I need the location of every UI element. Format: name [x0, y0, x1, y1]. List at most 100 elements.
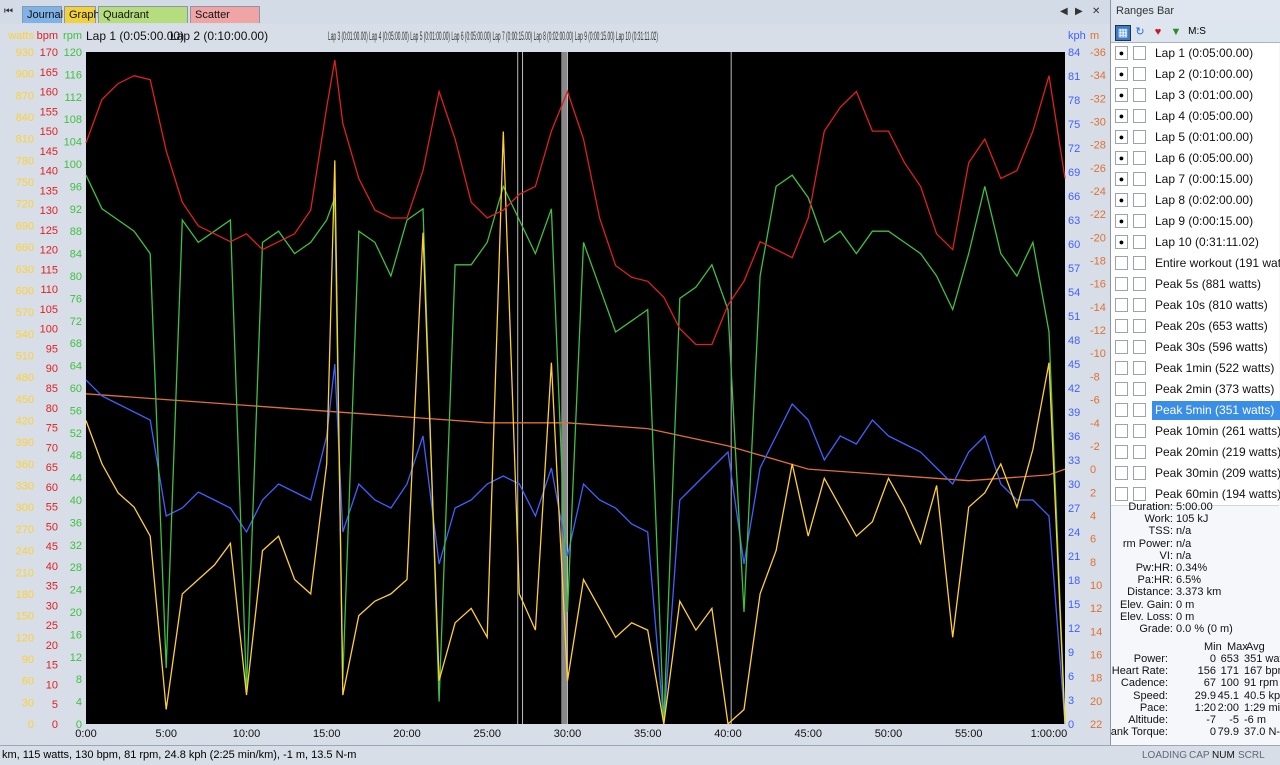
range-checkbox[interactable]: [1133, 109, 1146, 123]
visibility-checkbox[interactable]: [1115, 403, 1128, 417]
y-tick-label: 4: [76, 697, 82, 709]
range-item-label: Peak 30s (596 watts): [1155, 340, 1268, 354]
range-item[interactable]: Peak 30s (596 watts): [1111, 337, 1279, 359]
visibility-checkbox[interactable]: [1115, 445, 1128, 459]
prev-tab-icon[interactable]: ◀: [1060, 6, 1068, 17]
visibility-checkbox[interactable]: [1115, 466, 1128, 480]
y-tick-label: 660: [16, 242, 34, 254]
range-checkbox[interactable]: [1133, 193, 1146, 207]
eye-icon[interactable]: ●: [1115, 193, 1128, 207]
workout-graph[interactable]: watts93090087084081078075072069066063060…: [0, 24, 1110, 745]
range-checkbox[interactable]: [1133, 172, 1146, 186]
visibility-checkbox[interactable]: [1115, 319, 1128, 333]
range-checkbox[interactable]: [1133, 298, 1146, 312]
range-item-label: Lap 1 (0:05:00.00): [1155, 46, 1254, 60]
range-item[interactable]: ● Lap 3 (0:01:00.00): [1111, 85, 1279, 107]
range-checkbox[interactable]: [1133, 340, 1146, 354]
eye-icon[interactable]: ●: [1115, 130, 1128, 144]
range-item[interactable]: Peak 20min (219 watts): [1111, 442, 1280, 464]
range-item-label: Peak 20min (219 watts): [1155, 445, 1280, 459]
minutes-seconds-toggle[interactable]: M:S: [1185, 25, 1209, 39]
range-item[interactable]: Peak 1min (522 watts): [1111, 358, 1279, 380]
refresh-icon[interactable]: ↻: [1133, 25, 1147, 39]
range-item[interactable]: Peak 2min (373 watts): [1111, 379, 1279, 401]
eye-icon[interactable]: ●: [1115, 214, 1128, 228]
y-tick-label: 3: [1068, 695, 1074, 707]
range-checkbox[interactable]: [1133, 466, 1146, 480]
range-checkbox[interactable]: [1133, 382, 1146, 396]
eye-icon[interactable]: ●: [1115, 151, 1128, 165]
visibility-checkbox[interactable]: [1115, 340, 1128, 354]
range-checkbox[interactable]: [1133, 361, 1146, 375]
range-checkbox[interactable]: [1133, 130, 1146, 144]
range-item[interactable]: Peak 5s (881 watts): [1111, 274, 1279, 296]
visibility-checkbox[interactable]: [1115, 487, 1128, 501]
visibility-checkbox[interactable]: [1115, 256, 1128, 270]
stats-row-label: Speed:: [1133, 689, 1168, 702]
y-tick-label: 80: [46, 403, 58, 415]
range-item[interactable]: ● Lap 1 (0:05:00.00): [1111, 43, 1279, 65]
range-item[interactable]: Peak 10s (810 watts): [1111, 295, 1279, 317]
visibility-checkbox[interactable]: [1115, 277, 1128, 291]
x-tick-label: 10:00: [233, 728, 261, 740]
range-checkbox[interactable]: [1133, 319, 1146, 333]
y-tick-label: 600: [16, 285, 34, 297]
eye-icon[interactable]: ●: [1115, 172, 1128, 186]
range-item[interactable]: ● Lap 2 (0:10:00.00): [1111, 64, 1279, 86]
tab-scatter-graph[interactable]: Scatter Graph: [190, 6, 260, 38]
range-checkbox[interactable]: [1133, 88, 1146, 102]
y-tick-label: -10: [1090, 348, 1106, 360]
visibility-checkbox[interactable]: [1115, 424, 1128, 438]
range-item[interactable]: ● Lap 6 (0:05:00.00): [1111, 148, 1279, 170]
stats-avg: 1:29 min/km: [1244, 701, 1280, 714]
y-tick-label: 14: [1090, 626, 1102, 638]
range-item[interactable]: ● Lap 7 (0:00:15.00): [1111, 169, 1279, 191]
y-tick-label: 18: [1090, 673, 1102, 685]
range-checkbox[interactable]: [1133, 403, 1146, 417]
range-item[interactable]: Peak 10min (261 watts): [1111, 421, 1280, 443]
range-item[interactable]: Entire workout (191 watts): [1111, 253, 1280, 275]
eye-icon[interactable]: ●: [1115, 46, 1128, 60]
chart-icon[interactable]: ▦: [1115, 25, 1131, 41]
range-checkbox[interactable]: [1133, 46, 1146, 60]
range-item[interactable]: ● Lap 10 (0:31:11.02): [1111, 232, 1279, 254]
range-checkbox[interactable]: [1133, 424, 1146, 438]
eye-icon[interactable]: ●: [1115, 88, 1128, 102]
tab-journal[interactable]: Journal: [22, 6, 63, 23]
summary-value: n/a: [1176, 537, 1192, 550]
range-checkbox[interactable]: [1133, 151, 1146, 165]
close-tab-icon[interactable]: ✕: [1092, 6, 1100, 17]
eye-icon[interactable]: ●: [1115, 109, 1128, 123]
x-tick-label: 55:00: [955, 728, 983, 740]
range-checkbox[interactable]: [1133, 487, 1146, 501]
heart-icon[interactable]: ♥: [1151, 25, 1165, 39]
range-item[interactable]: Peak 20s (653 watts): [1111, 316, 1279, 338]
range-checkbox[interactable]: [1133, 214, 1146, 228]
range-checkbox[interactable]: [1133, 256, 1146, 270]
visibility-checkbox[interactable]: [1115, 382, 1128, 396]
range-item[interactable]: Peak 30min (209 watts): [1111, 463, 1280, 485]
eye-icon[interactable]: ●: [1115, 67, 1128, 81]
y-tick-label: -18: [1090, 256, 1106, 268]
range-checkbox[interactable]: [1133, 445, 1146, 459]
visibility-checkbox[interactable]: [1115, 298, 1128, 312]
y-tick-label: 0: [1068, 719, 1074, 731]
range-item[interactable]: Peak 5min (351 watts): [1111, 400, 1280, 422]
status-text: km, 115 watts, 130 bpm, 81 rpm, 24.8 kph…: [2, 749, 357, 761]
y-tick-label: 2: [1090, 487, 1096, 499]
y-tick-label: 810: [16, 134, 34, 146]
tab-quadrant-analysis[interactable]: Quadrant Analysis: [98, 6, 188, 38]
tab-graph[interactable]: Graph: [64, 6, 100, 23]
visibility-checkbox[interactable]: [1115, 361, 1128, 375]
range-item[interactable]: ● Lap 5 (0:01:00.00): [1111, 127, 1279, 149]
range-checkbox[interactable]: [1133, 67, 1146, 81]
range-item[interactable]: ● Lap 4 (0:05:00.00): [1111, 106, 1279, 128]
range-checkbox[interactable]: [1133, 277, 1146, 291]
next-tab-icon[interactable]: ▶: [1075, 6, 1083, 17]
range-item[interactable]: ● Lap 9 (0:00:15.00): [1111, 211, 1279, 233]
eye-icon[interactable]: ●: [1115, 235, 1128, 249]
first-page-icon[interactable]: ⏮: [4, 6, 13, 17]
range-item[interactable]: ● Lap 8 (0:02:00.00): [1111, 190, 1279, 212]
range-checkbox[interactable]: [1133, 235, 1146, 249]
down-arrow-icon[interactable]: ▼: [1169, 25, 1183, 39]
